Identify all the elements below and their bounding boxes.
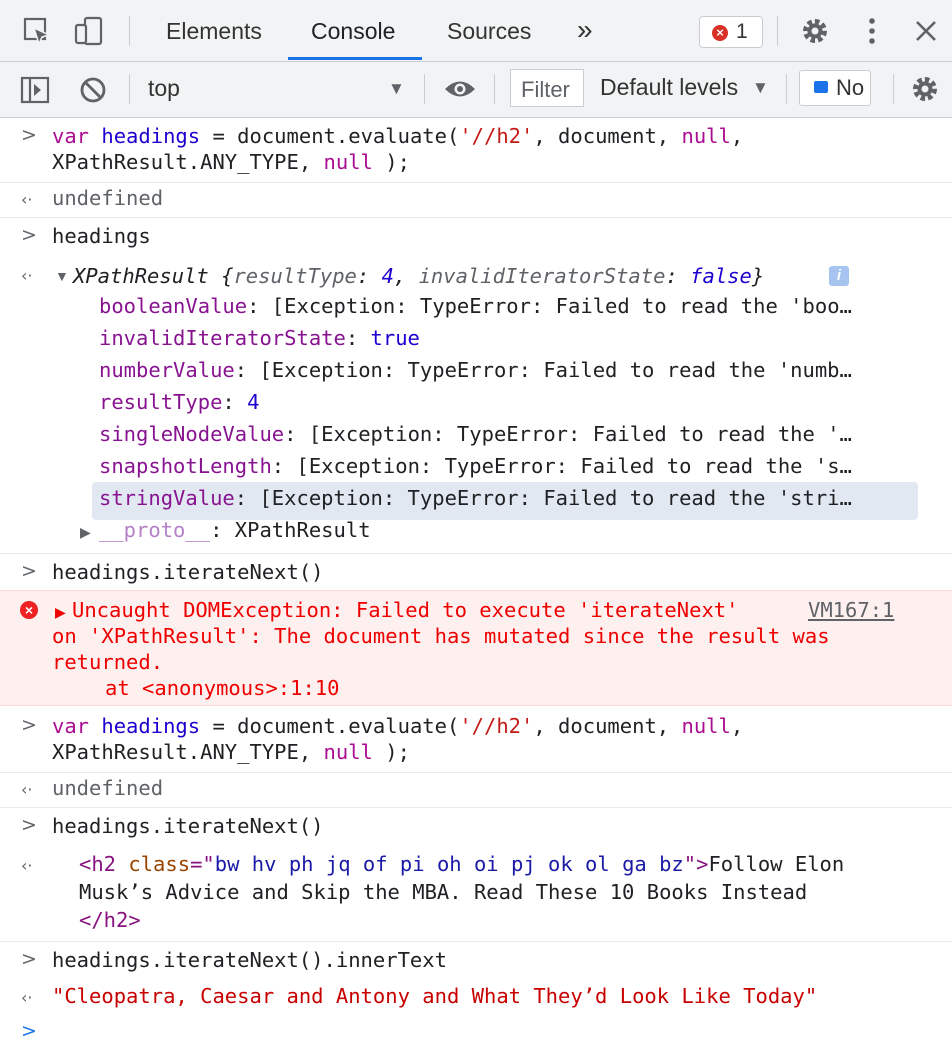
object-property[interactable]: numberValue: [Exception: TypeError: Fail… bbox=[99, 358, 852, 382]
devtools-tab-bar: Elements Console Sources » × 1 bbox=[0, 0, 952, 62]
filter-placeholder: Filter bbox=[521, 77, 570, 102]
context-selector[interactable]: top bbox=[148, 75, 180, 102]
input-prompt-icon[interactable]: > bbox=[21, 1020, 37, 1042]
divider bbox=[494, 74, 495, 104]
expand-triangle-icon[interactable]: ▶ bbox=[55, 604, 66, 621]
close-icon[interactable] bbox=[911, 16, 941, 46]
error-text: returned. bbox=[52, 650, 164, 674]
error-icon: × bbox=[712, 25, 728, 41]
input-prompt-icon: > bbox=[21, 124, 37, 146]
expand-triangle-icon[interactable]: ▶ bbox=[80, 524, 91, 541]
object-proto[interactable]: __proto__: XPathResult bbox=[99, 518, 371, 542]
input-prompt-icon: > bbox=[21, 948, 37, 970]
result-arrow-icon: ‹· bbox=[21, 988, 33, 1007]
issues-button[interactable]: No bbox=[799, 70, 871, 106]
input-prompt-icon: > bbox=[21, 224, 37, 246]
object-property[interactable]: resultType: 4 bbox=[99, 390, 259, 414]
console-input[interactable]: headings bbox=[52, 224, 151, 248]
console-input[interactable]: headings.iterateNext().innerText bbox=[52, 948, 447, 972]
divider bbox=[786, 74, 787, 104]
more-tabs-button[interactable]: » bbox=[577, 14, 593, 46]
dom-node-output[interactable]: Musk’s Advice and Skip the MBA. Read The… bbox=[79, 880, 807, 904]
source-link[interactable]: VM167:1 bbox=[808, 598, 894, 622]
inspect-element-icon[interactable] bbox=[22, 16, 52, 46]
console-output: "Cleopatra, Caesar and Antony and What T… bbox=[52, 984, 818, 1008]
console-output: undefined bbox=[52, 186, 164, 210]
console-input[interactable]: XPathResult.ANY_TYPE, null ); bbox=[52, 740, 410, 764]
result-arrow-icon: ‹· bbox=[21, 266, 33, 285]
expand-triangle-icon[interactable]: ▼ bbox=[55, 268, 69, 284]
object-property[interactable]: booleanValue: [Exception: TypeError: Fai… bbox=[99, 294, 852, 318]
dom-node-output[interactable]: <h2 class="bw hv ph jq of pi oh oi pj ok… bbox=[79, 852, 844, 876]
error-text: Uncaught DOMException: Failed to execute… bbox=[72, 598, 739, 622]
filter-input[interactable]: Filter bbox=[510, 69, 584, 107]
input-prompt-icon: > bbox=[21, 714, 37, 736]
settings-gear-icon[interactable] bbox=[800, 16, 830, 46]
sidebar-toggle-icon[interactable] bbox=[20, 76, 50, 104]
active-tab-indicator bbox=[288, 57, 422, 60]
divider bbox=[129, 16, 130, 46]
error-count: 1 bbox=[736, 20, 748, 43]
chevron-down-icon[interactable]: ▼ bbox=[388, 79, 405, 99]
console-input[interactable]: headings.iterateNext() bbox=[52, 560, 324, 584]
tab-sources[interactable]: Sources bbox=[447, 18, 531, 45]
object-property[interactable]: invalidIteratorState: true bbox=[99, 326, 420, 350]
more-options-icon[interactable] bbox=[857, 16, 887, 46]
input-prompt-icon: > bbox=[21, 814, 37, 836]
object-summary[interactable]: XPathResult {resultType: 4, invalidItera… bbox=[73, 264, 764, 288]
divider bbox=[129, 74, 130, 104]
result-arrow-icon: ‹· bbox=[21, 856, 33, 875]
console-output: undefined bbox=[52, 776, 164, 800]
result-arrow-icon: ‹· bbox=[21, 780, 33, 799]
log-levels-dropdown[interactable]: Default levels bbox=[600, 74, 738, 101]
live-expression-eye-icon[interactable] bbox=[443, 78, 477, 100]
console-settings-gear-icon[interactable] bbox=[910, 74, 940, 104]
tab-elements[interactable]: Elements bbox=[166, 18, 262, 45]
error-count-badge[interactable]: × 1 bbox=[699, 16, 763, 48]
divider bbox=[424, 74, 425, 104]
error-text: on 'XPathResult': The document has mutat… bbox=[52, 624, 830, 648]
divider bbox=[893, 74, 894, 104]
console-input[interactable]: headings.iterateNext() bbox=[52, 814, 324, 838]
tab-console[interactable]: Console bbox=[311, 18, 395, 45]
divider bbox=[777, 16, 778, 46]
dom-node-close[interactable]: </h2> bbox=[79, 908, 141, 932]
object-property[interactable]: stringValue: [Exception: TypeError: Fail… bbox=[99, 486, 852, 510]
device-toolbar-icon[interactable] bbox=[74, 16, 104, 46]
issues-label: No bbox=[836, 75, 865, 100]
error-icon: × bbox=[20, 601, 38, 619]
object-property[interactable]: singleNodeValue: [Exception: TypeError: … bbox=[99, 422, 852, 446]
message-icon bbox=[814, 81, 828, 93]
console-input[interactable]: var headings = document.evaluate('//h2',… bbox=[52, 714, 743, 738]
input-prompt-icon: > bbox=[21, 560, 37, 582]
object-property[interactable]: snapshotLength: [Exception: TypeError: F… bbox=[99, 454, 852, 478]
console-toolbar: top ▼ Filter Default levels ▼ No bbox=[0, 62, 952, 118]
console-input[interactable]: var headings = document.evaluate('//h2',… bbox=[52, 124, 743, 148]
error-stack: at <anonymous>:1:10 bbox=[105, 676, 340, 700]
result-arrow-icon: ‹· bbox=[21, 190, 33, 209]
clear-console-icon[interactable] bbox=[79, 76, 107, 104]
chevron-down-icon[interactable]: ▼ bbox=[752, 78, 769, 98]
console-input[interactable]: XPathResult.ANY_TYPE, null ); bbox=[52, 150, 410, 174]
info-icon[interactable]: i bbox=[829, 266, 849, 286]
